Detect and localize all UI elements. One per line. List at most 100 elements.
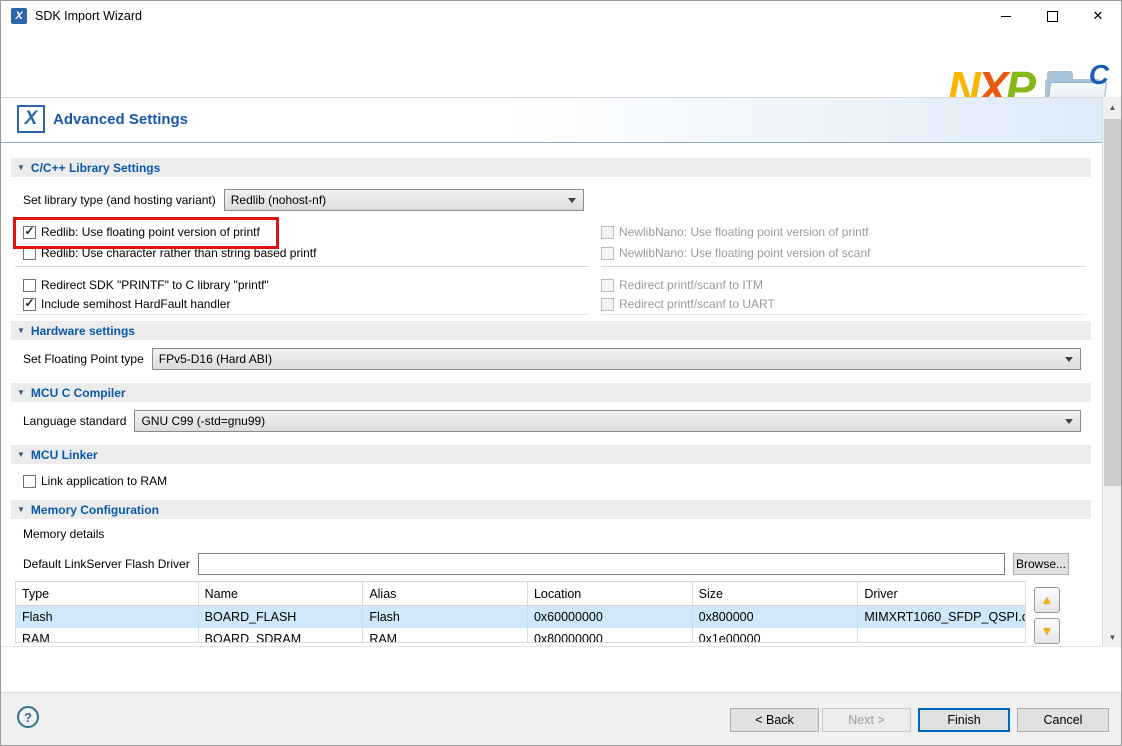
floating-point-row: Set Floating Point type FPv5-D16 (Hard A… <box>23 347 1081 371</box>
finish-button[interactable]: Finish <box>918 708 1010 732</box>
cell-name: BOARD_SDRAM <box>199 628 364 643</box>
scrollbar-thumb[interactable] <box>1104 119 1121 486</box>
section-title: C/C++ Library Settings <box>31 161 160 175</box>
arrow-down-icon: ▼ <box>1041 625 1053 637</box>
section-mcu-linker[interactable]: ▼ MCU Linker <box>11 445 1091 464</box>
checkbox-newlibnano-float-scanf[interactable]: NewlibNano: Use floating point version o… <box>601 244 870 262</box>
checkbox-box <box>23 247 36 260</box>
cell-location: 0x60000000 <box>528 606 693 628</box>
maximize-icon <box>1047 11 1058 22</box>
checkbox-link-to-ram[interactable]: Link application to RAM <box>23 472 167 490</box>
cell-size: 0x800000 <box>693 606 859 628</box>
checkbox-include-semihost-hardfault[interactable]: ✓ Include semihost HardFault handler <box>23 295 230 313</box>
page-title: Advanced Settings <box>53 111 188 128</box>
checkbox-redlib-char-printf[interactable]: Redlib: Use character rather than string… <box>23 244 316 262</box>
scroll-down-button[interactable]: ▼ <box>1103 627 1122 647</box>
vertical-scrollbar[interactable]: ▲ ▼ <box>1102 97 1122 647</box>
section-title: Memory Configuration <box>31 503 159 517</box>
flash-driver-row: Default LinkServer Flash Driver Browse..… <box>23 552 1069 576</box>
checkbox-redirect-uart[interactable]: Redirect printf/scanf to UART <box>601 295 775 313</box>
browse-button[interactable]: Browse... <box>1013 553 1069 575</box>
page-header: X Advanced Settings <box>1 97 1121 143</box>
sdk-import-wizard-window: X SDK Import Wizard ✕ NXP C X Advanced S… <box>0 0 1122 746</box>
next-button: Next > <box>822 708 911 732</box>
cell-type: Flash <box>16 606 199 628</box>
flash-driver-input[interactable] <box>198 553 1005 575</box>
separator-line <box>601 266 1086 267</box>
help-icon: ? <box>24 710 32 725</box>
back-button[interactable]: < Back <box>730 708 819 732</box>
move-down-button[interactable]: ▼ <box>1034 618 1060 644</box>
window-controls: ✕ <box>983 1 1121 31</box>
library-type-row: Set library type (and hosting variant) R… <box>23 188 584 212</box>
arrow-up-icon: ▲ <box>1041 594 1053 606</box>
collapse-icon[interactable]: ▼ <box>17 506 25 514</box>
memory-table-header[interactable]: Type Name Alias Location Size Driver <box>16 582 1025 606</box>
checkbox-box <box>23 279 36 292</box>
section-mcu-c-compiler[interactable]: ▼ MCU C Compiler <box>11 383 1091 402</box>
table-row-flash[interactable]: Flash BOARD_FLASH Flash 0x60000000 0x800… <box>16 606 1025 628</box>
maximize-button[interactable] <box>1029 1 1075 31</box>
checkbox-redlib-floating-printf[interactable]: ✓ Redlib: Use floating point version of … <box>23 223 260 241</box>
cell-type: RAM <box>16 628 199 643</box>
close-button[interactable]: ✕ <box>1075 1 1121 31</box>
chevron-down-icon <box>1065 357 1073 366</box>
checkbox-label: NewlibNano: Use floating point version o… <box>619 225 868 239</box>
window-title: SDK Import Wizard <box>35 9 142 23</box>
column-header-driver[interactable]: Driver <box>858 582 1025 605</box>
titlebar: X SDK Import Wizard ✕ <box>1 1 1121 31</box>
checkbox-label: Redlib: Use floating point version of pr… <box>41 225 260 239</box>
checkbox-label: NewlibNano: Use floating point version o… <box>619 246 870 260</box>
section-hardware-settings[interactable]: ▼ Hardware settings <box>11 321 1091 340</box>
chevron-down-icon <box>1065 419 1073 428</box>
column-header-size[interactable]: Size <box>693 582 859 605</box>
scroll-down-icon: ▼ <box>1109 633 1117 642</box>
checkbox-box <box>601 298 614 311</box>
section-title: Hardware settings <box>31 324 135 338</box>
language-standard-value: GNU C99 (-std=gnu99) <box>141 414 265 428</box>
help-button[interactable]: ? <box>17 706 39 728</box>
memory-details-label: Memory details <box>23 527 104 541</box>
checkbox-box <box>601 226 614 239</box>
column-header-name[interactable]: Name <box>199 582 364 605</box>
table-row-ram[interactable]: RAM BOARD_SDRAM RAM 0x80000000 0x1e00000 <box>16 628 1025 643</box>
library-type-value: Redlib (nohost-nf) <box>231 193 326 207</box>
collapse-icon[interactable]: ▼ <box>17 164 25 172</box>
section-cpp-library-settings[interactable]: ▼ C/C++ Library Settings <box>11 158 1091 177</box>
cell-alias: Flash <box>363 606 528 628</box>
checkbox-redirect-itm[interactable]: Redirect printf/scanf to ITM <box>601 276 763 294</box>
checkbox-box <box>601 279 614 292</box>
separator-line <box>15 266 589 267</box>
scroll-up-icon: ▲ <box>1109 103 1117 112</box>
collapse-icon[interactable]: ▼ <box>17 389 25 397</box>
floating-point-select[interactable]: FPv5-D16 (Hard ABI) <box>152 348 1081 370</box>
checkbox-label: Redirect printf/scanf to ITM <box>619 278 763 292</box>
language-standard-row: Language standard GNU C99 (-std=gnu99) <box>23 409 1081 433</box>
chevron-down-icon <box>568 198 576 207</box>
checkbox-label: Redirect SDK "PRINTF" to C library "prin… <box>41 278 269 292</box>
library-type-label: Set library type (and hosting variant) <box>23 193 216 207</box>
checkbox-label: Include semihost HardFault handler <box>41 297 230 311</box>
checkbox-newlibnano-float-printf[interactable]: NewlibNano: Use floating point version o… <box>601 223 868 241</box>
cell-driver <box>858 628 1025 643</box>
move-up-button[interactable]: ▲ <box>1034 587 1060 613</box>
footer-bar: ? < Back Next > Finish Cancel <box>1 692 1121 746</box>
minimize-button[interactable] <box>983 1 1029 31</box>
header-band: NXP C <box>1 31 1121 97</box>
app-icon-letter: X <box>15 10 22 22</box>
checkbox-redirect-sdk-printf[interactable]: Redirect SDK "PRINTF" to C library "prin… <box>23 276 269 294</box>
section-memory-configuration[interactable]: ▼ Memory Configuration <box>11 500 1091 519</box>
library-type-select[interactable]: Redlib (nohost-nf) <box>224 189 584 211</box>
column-header-location[interactable]: Location <box>528 582 693 605</box>
column-header-type[interactable]: Type <box>16 582 199 605</box>
scroll-up-button[interactable]: ▲ <box>1103 97 1122 117</box>
language-standard-select[interactable]: GNU C99 (-std=gnu99) <box>134 410 1081 432</box>
separator-line <box>601 314 1086 315</box>
collapse-icon[interactable]: ▼ <box>17 451 25 459</box>
cell-location: 0x80000000 <box>528 628 693 643</box>
cancel-button[interactable]: Cancel <box>1017 708 1109 732</box>
collapse-icon[interactable]: ▼ <box>17 327 25 335</box>
checkbox-label: Link application to RAM <box>41 474 167 488</box>
column-header-alias[interactable]: Alias <box>363 582 528 605</box>
checkbox-box <box>23 475 36 488</box>
